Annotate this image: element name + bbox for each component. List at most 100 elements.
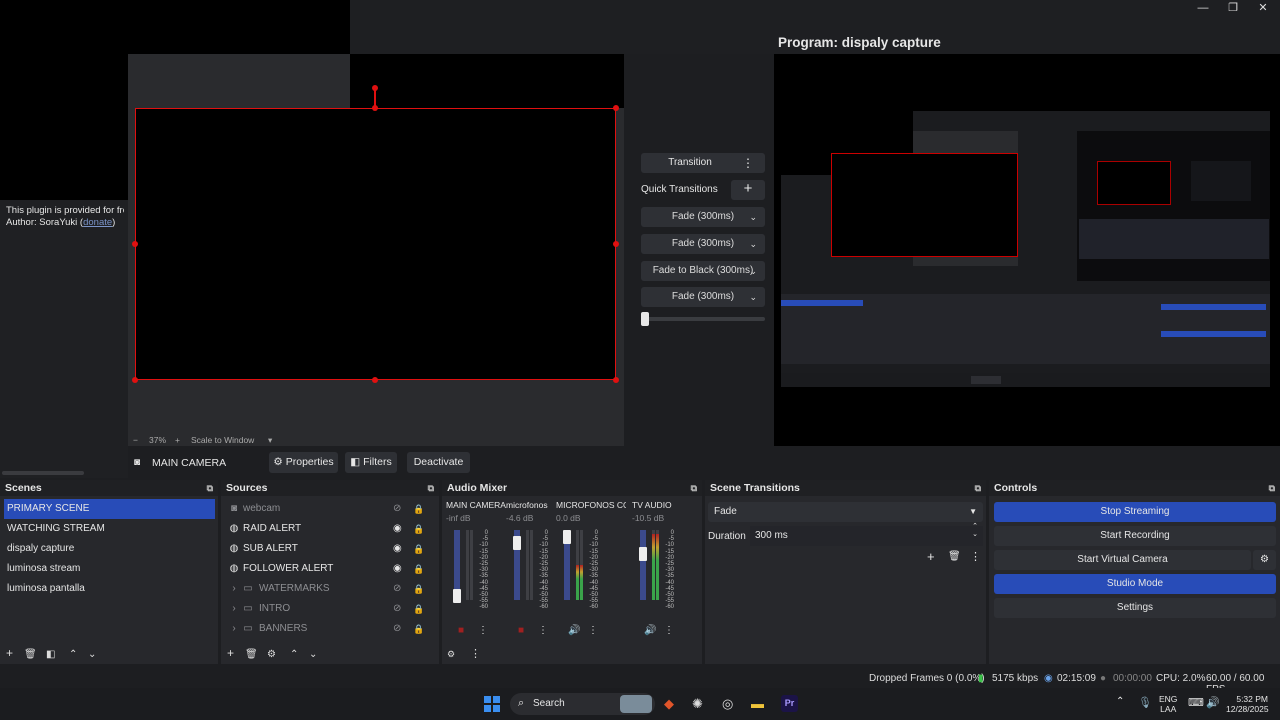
- expand-icon[interactable]: ›: [229, 599, 239, 619]
- resize-handle-top[interactable]: [372, 105, 378, 111]
- donate-link[interactable]: donate: [83, 217, 112, 228]
- expand-icon[interactable]: ›: [229, 619, 239, 639]
- trash-icon[interactable]: 🗑: [948, 551, 961, 562]
- start-virtual-camera-button[interactable]: Start Virtual Camera: [994, 550, 1251, 570]
- scale-mode[interactable]: Scale to Window: [191, 435, 254, 445]
- undock-icon[interactable]: ⧉: [1269, 480, 1275, 496]
- clock[interactable]: 5:32 PM 12/28/2025: [1226, 694, 1269, 714]
- eye-icon[interactable]: ◉: [393, 539, 402, 559]
- quick-transition-2[interactable]: Fade (300ms) ⌄: [641, 234, 765, 254]
- tbar-track[interactable]: [641, 317, 765, 321]
- resize-handle-left[interactable]: [132, 241, 138, 247]
- selected-source-bounds[interactable]: [135, 108, 616, 380]
- premiere-icon[interactable]: Pr: [781, 695, 798, 712]
- source-item[interactable]: ◍ FOLLOWER ALERT ◉ 🔒: [227, 559, 435, 579]
- muted-speaker-icon[interactable]: ■: [518, 625, 524, 636]
- filters-button[interactable]: ◧ Filters: [345, 452, 397, 473]
- more-options-icon[interactable]: ⋮: [588, 625, 598, 636]
- undock-icon[interactable]: ⧉: [975, 480, 981, 496]
- expand-icon[interactable]: ›: [229, 579, 239, 599]
- lock-icon[interactable]: 🔒: [413, 519, 424, 539]
- eye-hidden-icon[interactable]: ⊘: [393, 499, 401, 519]
- resize-handle-right[interactable]: [613, 241, 619, 247]
- studio-mode-button[interactable]: Studio Mode: [994, 574, 1276, 594]
- speaker-icon[interactable]: 🔊: [644, 625, 656, 636]
- volume-handle[interactable]: [453, 588, 461, 603]
- properties-button[interactable]: ⚙ Properties: [269, 452, 338, 473]
- more-options-icon[interactable]: ⋮: [478, 625, 488, 636]
- dock-scrollbar[interactable]: [2, 471, 84, 475]
- muted-speaker-icon[interactable]: ■: [458, 625, 464, 636]
- more-options-icon[interactable]: ⋮: [470, 647, 481, 660]
- add-quick-transition-button[interactable]: +: [731, 180, 765, 200]
- more-options-icon[interactable]: ⋮: [970, 550, 981, 563]
- maximize-button[interactable]: ❐: [1218, 1, 1248, 15]
- duration-spinbox[interactable]: 300 ms ⌃ ⌄: [750, 523, 983, 546]
- lock-icon[interactable]: 🔒: [413, 619, 424, 639]
- move-up-icon[interactable]: ⌃: [290, 649, 298, 660]
- source-item[interactable]: ◙ webcam ⊘ 🔒: [227, 499, 435, 519]
- source-group[interactable]: › ▭ WATERMARKS ⊘ 🔒: [227, 579, 435, 599]
- source-item[interactable]: ◍ SUB ALERT ◉ 🔒: [227, 539, 435, 559]
- add-icon[interactable]: +: [6, 646, 13, 660]
- scene-item[interactable]: luminosa stream: [4, 559, 215, 579]
- source-group[interactable]: › ▭ BANNERS ⊘ 🔒: [227, 619, 435, 639]
- deactivate-button[interactable]: Deactivate: [407, 452, 470, 473]
- rotation-handle[interactable]: [372, 85, 378, 91]
- stop-streaming-button[interactable]: Stop Streaming: [994, 502, 1276, 522]
- volume-handle[interactable]: [639, 547, 647, 562]
- windows-start-icon[interactable]: [484, 696, 500, 712]
- volume-handle[interactable]: [563, 530, 571, 544]
- microphone-icon[interactable]: 🎙: [1138, 696, 1152, 709]
- lock-icon[interactable]: 🔒: [413, 539, 424, 559]
- eye-hidden-icon[interactable]: ⊘: [393, 619, 401, 639]
- trash-icon[interactable]: 🗑: [245, 649, 258, 660]
- transition-select[interactable]: Fade ▼: [708, 502, 983, 522]
- scene-item[interactable]: PRIMARY SCENE: [4, 499, 215, 519]
- move-down-icon[interactable]: ⌄: [309, 649, 317, 660]
- source-group[interactable]: › ▭ INTRO ⊘ 🔒: [227, 599, 435, 619]
- more-options-icon[interactable]: ⋮: [538, 625, 548, 636]
- language-indicator[interactable]: ENG LAA: [1159, 694, 1177, 714]
- add-icon[interactable]: +: [227, 646, 234, 660]
- close-button[interactable]: ✕: [1248, 1, 1278, 15]
- lock-icon[interactable]: 🔒: [413, 559, 424, 579]
- chevron-up-icon[interactable]: ⌃: [1116, 696, 1124, 707]
- source-item[interactable]: ◍ RAID ALERT ◉ 🔒: [227, 519, 435, 539]
- resize-handle-bottom-right[interactable]: [613, 377, 619, 383]
- add-icon[interactable]: +: [927, 549, 935, 564]
- eye-icon[interactable]: ◉: [393, 559, 402, 579]
- eye-icon[interactable]: ◉: [393, 519, 402, 539]
- volume-slider[interactable]: [640, 530, 646, 600]
- undock-icon[interactable]: ⧉: [691, 480, 697, 496]
- lock-icon[interactable]: 🔒: [413, 499, 424, 519]
- undock-icon[interactable]: ⧉: [428, 480, 434, 496]
- start-recording-button[interactable]: Start Recording: [994, 526, 1276, 546]
- undock-icon[interactable]: ⧉: [207, 480, 213, 496]
- zoom-out-button[interactable]: −: [133, 435, 138, 445]
- quick-transition-1[interactable]: Fade (300ms) ⌄: [641, 207, 765, 227]
- mixer-settings-icon[interactable]: ⚙: [447, 649, 455, 660]
- scale-dropdown-icon[interactable]: ▾: [268, 435, 272, 446]
- lock-icon[interactable]: 🔒: [413, 599, 424, 619]
- volume-handle[interactable]: [513, 536, 521, 551]
- move-down-icon[interactable]: ⌄: [88, 649, 96, 660]
- scene-item[interactable]: WATCHING STREAM: [4, 519, 215, 539]
- transition-button[interactable]: Transition: [641, 153, 739, 173]
- network-icon[interactable]: ⌨: [1188, 696, 1204, 709]
- resize-handle-bottom[interactable]: [372, 377, 378, 383]
- quick-transition-4[interactable]: Fade (300ms) ⌄: [641, 287, 765, 307]
- taskbar-search[interactable]: ⌕ Search: [510, 693, 655, 715]
- minimize-button[interactable]: —: [1188, 1, 1218, 15]
- file-explorer-icon[interactable]: ▬: [751, 696, 764, 711]
- move-up-icon[interactable]: ⌃: [69, 649, 77, 660]
- obs-icon[interactable]: ◎: [722, 696, 733, 712]
- settings-button[interactable]: Settings: [994, 598, 1276, 618]
- eye-hidden-icon[interactable]: ⊘: [393, 579, 401, 599]
- volume-icon[interactable]: 🔊: [1206, 696, 1220, 709]
- brave-browser-icon[interactable]: ◆: [664, 696, 674, 712]
- zoom-in-button[interactable]: +: [175, 435, 180, 445]
- scene-item[interactable]: luminosa pantalla: [4, 579, 215, 599]
- trash-icon[interactable]: 🗑: [24, 649, 37, 660]
- chatgpt-icon[interactable]: ✺: [692, 696, 703, 712]
